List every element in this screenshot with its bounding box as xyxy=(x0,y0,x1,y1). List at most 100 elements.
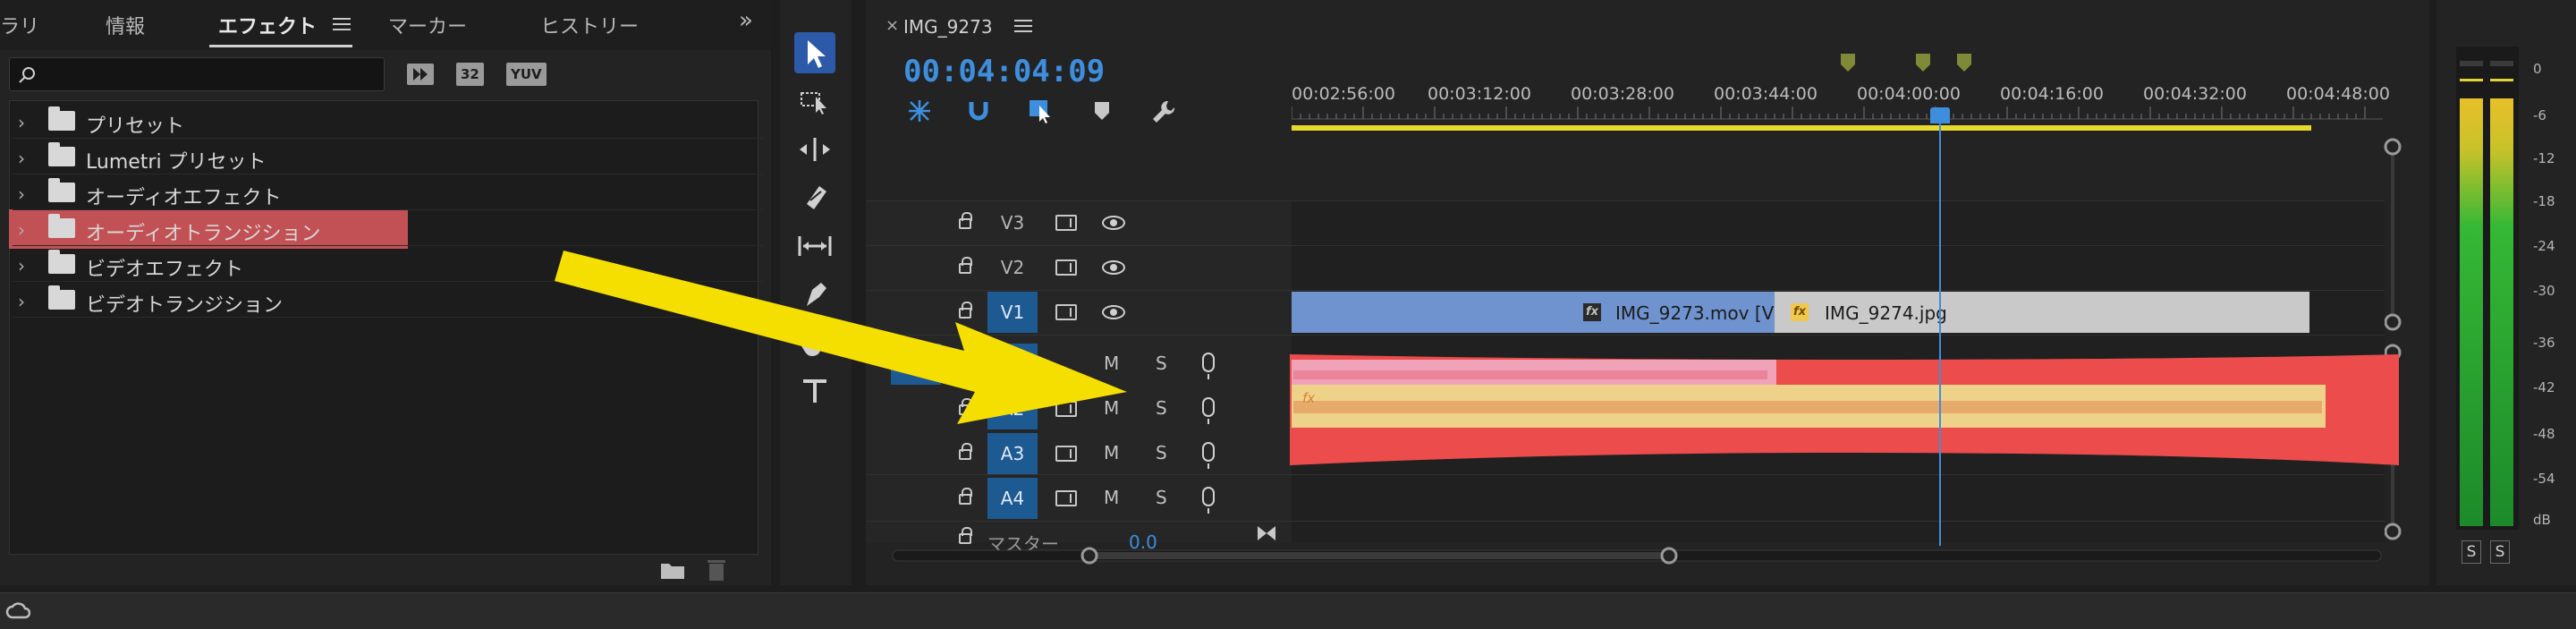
chevron-right-icon[interactable]: › xyxy=(18,291,25,312)
track-divider xyxy=(866,474,2385,475)
ripple-edit-tool[interactable] xyxy=(794,129,835,170)
track-label-a4[interactable]: A4 xyxy=(987,478,1038,519)
sync-lock-icon[interactable] xyxy=(1055,215,1077,231)
lock-icon[interactable] xyxy=(959,527,972,544)
tree-item-lumetri-presets[interactable]: › Lumetri プリセット xyxy=(13,139,764,174)
preset-folder-icon xyxy=(48,142,75,166)
meter-scale-label: dB xyxy=(2533,512,2551,528)
trash-icon[interactable] xyxy=(707,558,726,582)
track-select-icon xyxy=(801,92,826,115)
tab-markers[interactable]: マーカー xyxy=(388,11,467,39)
preset-folder-icon xyxy=(48,106,75,131)
meter-scale-label: -36 xyxy=(2533,335,2555,351)
horizontal-zoom-scrollbar[interactable] xyxy=(889,544,2388,567)
meter-scale-label: -18 xyxy=(2533,193,2555,209)
ruler-ticks[interactable] xyxy=(1292,106,2383,120)
sequence-menu-icon[interactable] xyxy=(1014,20,1032,32)
tree-item-presets[interactable]: › プリセット xyxy=(13,103,764,139)
effects-search-input[interactable] xyxy=(9,57,385,91)
meter-scale-label: -12 xyxy=(2533,150,2555,166)
ruler-label: 00:02:56:00 xyxy=(1292,84,1395,104)
mic-icon[interactable] xyxy=(1202,487,1215,514)
playhead-timecode[interactable]: 00:04:04:09 xyxy=(903,54,1105,89)
accelerated-effects-icon[interactable] xyxy=(406,63,435,86)
playhead-handle[interactable] xyxy=(1930,107,1950,123)
marker-icon[interactable] xyxy=(1955,52,1973,75)
marker-icon[interactable] xyxy=(1914,52,1932,75)
eye-icon[interactable] xyxy=(1102,216,1125,230)
solo-button[interactable]: S xyxy=(1156,487,1167,508)
solo-button[interactable]: S xyxy=(1156,442,1167,463)
clip-img9274-jpg[interactable]: fx IMG_9274.jpg xyxy=(1775,292,2309,333)
effects-tab-bar: ラリ 情報 エフェクト マーカー ヒストリー » xyxy=(0,0,771,50)
fx-badge: fx xyxy=(1583,303,1601,321)
track-divider xyxy=(866,200,2385,201)
linked-selection-icon[interactable] xyxy=(1027,97,1054,123)
mute-button[interactable]: M xyxy=(1104,487,1119,508)
clip-name: IMG_9274.jpg xyxy=(1825,302,1947,324)
selection-tool[interactable] xyxy=(794,32,835,73)
lock-icon[interactable] xyxy=(959,443,972,460)
annotation-arrow-icon xyxy=(555,251,1127,424)
tree-item-label: Lumetri プリセット xyxy=(86,151,267,174)
tree-item-audio-effects[interactable]: › オーディオエフェクト xyxy=(13,174,764,210)
ruler-label: 00:04:48:00 xyxy=(2286,84,2390,104)
tree-item-label: ビデオトランジション xyxy=(86,294,284,317)
nest-toggle-icon[interactable] xyxy=(907,98,932,123)
chevron-right-icon[interactable]: › xyxy=(18,148,25,169)
ruler-label: 00:04:16:00 xyxy=(2000,84,2104,104)
mic-icon[interactable] xyxy=(1202,397,1215,424)
creative-cloud-icon[interactable] xyxy=(5,599,30,623)
lock-icon[interactable] xyxy=(959,488,972,505)
marker-icon[interactable] xyxy=(1839,52,1857,75)
mic-icon[interactable] xyxy=(1202,442,1215,469)
track-select-tool[interactable] xyxy=(794,81,835,122)
search-icon xyxy=(19,67,35,83)
solo-right-button[interactable]: S xyxy=(2490,540,2510,564)
chevron-right-icon[interactable]: › xyxy=(18,255,25,276)
panel-overflow-icon[interactable]: » xyxy=(739,7,753,34)
tab-info[interactable]: 情報 xyxy=(106,11,145,39)
solo-left-button[interactable]: S xyxy=(2462,540,2481,564)
effects-menu-icon[interactable] xyxy=(333,18,351,30)
meter-scale-label: -42 xyxy=(2533,379,2555,395)
close-sequence-icon[interactable]: × xyxy=(886,16,899,35)
active-tab-underline xyxy=(209,45,352,47)
solo-button[interactable]: S xyxy=(1156,353,1167,374)
yuv-effects-filter[interactable]: YUV xyxy=(506,63,547,86)
folder-icon xyxy=(48,285,75,310)
wrench-icon[interactable] xyxy=(1150,98,1177,125)
meter-scale-label: -24 xyxy=(2533,238,2555,254)
folder-icon xyxy=(48,250,75,274)
tab-effects[interactable]: エフェクト xyxy=(218,11,317,39)
solo-button[interactable]: S xyxy=(1156,397,1167,419)
sequence-tab-title[interactable]: IMG_9273 xyxy=(903,16,993,38)
go-to-end-icon[interactable] xyxy=(1256,524,1277,542)
clip-img9273-mov[interactable]: fx IMG_9273.mov [V] xyxy=(1292,292,1781,333)
ripple-edit-icon xyxy=(800,138,830,161)
tab-library[interactable]: ラリ xyxy=(0,11,39,39)
status-bar xyxy=(0,592,2576,629)
snap-icon[interactable] xyxy=(966,98,991,123)
new-bin-icon[interactable] xyxy=(660,560,685,580)
chevron-right-icon[interactable]: › xyxy=(18,112,25,133)
add-marker-icon[interactable] xyxy=(1093,100,1111,122)
tab-history[interactable]: ヒストリー xyxy=(540,11,639,39)
ruler-label: 00:04:32:00 xyxy=(2143,84,2247,104)
work-area-bar[interactable] xyxy=(1292,125,2311,131)
razor-tool[interactable] xyxy=(794,177,835,218)
fx-label: fx xyxy=(1302,390,1315,406)
sync-lock-icon[interactable] xyxy=(1055,490,1077,506)
lock-icon[interactable] xyxy=(959,212,972,229)
32bit-effects-filter[interactable]: 32 xyxy=(456,63,484,86)
audio-level-meter xyxy=(2456,47,2519,530)
meter-scale-label: -48 xyxy=(2533,426,2555,442)
ruler-label: 00:03:28:00 xyxy=(1571,84,1674,104)
chevron-right-icon[interactable]: › xyxy=(18,219,25,241)
folder-icon xyxy=(48,214,75,238)
mic-icon[interactable] xyxy=(1202,353,1215,379)
track-divider xyxy=(866,521,2385,522)
audio-transition-drop-zone[interactable]: fx xyxy=(1284,338,2406,472)
chevron-right-icon[interactable]: › xyxy=(18,183,25,205)
playhead-line[interactable] xyxy=(1939,107,1941,546)
